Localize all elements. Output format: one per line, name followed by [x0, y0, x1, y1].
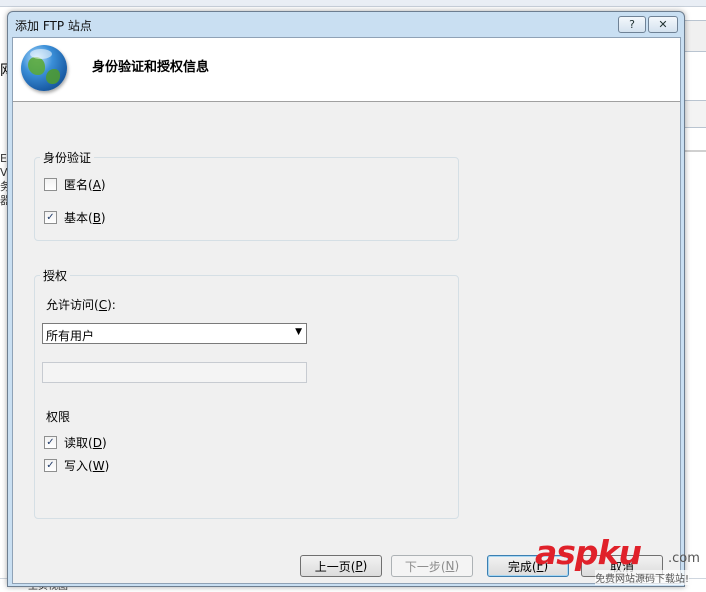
close-icon: ✕	[658, 18, 668, 31]
wizard-header: 身份验证和授权信息	[13, 38, 680, 102]
anonymous-checkbox[interactable]	[44, 178, 57, 191]
read-checkbox[interactable]: ✓	[44, 436, 57, 449]
previous-button[interactable]: 上一页(P)	[300, 555, 382, 577]
write-checkbox[interactable]: ✓	[44, 459, 57, 472]
authorization-legend: 授权	[43, 269, 68, 283]
chevron-down-icon: ▼	[295, 327, 302, 337]
next-button[interactable]: 下一步(N)	[391, 555, 473, 577]
title-bar[interactable]: 添加 FTP 站点 ? ✕	[8, 12, 684, 36]
watermark-slogan: 免费网站源码下载站!	[595, 570, 690, 585]
anonymous-label: 匿名(A)	[64, 178, 106, 192]
basic-label: 基本(B)	[64, 211, 106, 225]
watermark: aspku .com 免费网站源码下载站!	[535, 533, 706, 589]
write-label: 写入(W)	[64, 459, 110, 473]
help-button[interactable]: ?	[618, 16, 646, 33]
dialog-title: 添加 FTP 站点	[15, 19, 92, 33]
help-icon: ?	[629, 18, 635, 31]
allow-access-value: 所有用户	[46, 329, 95, 343]
authentication-group: 身份验证	[34, 149, 459, 241]
background-toolbar	[0, 0, 706, 7]
authentication-legend: 身份验证	[43, 151, 92, 165]
dialog-client-area: 身份验证和授权信息 身份验证 匿名(A) ✓ 基本(B) 授权 允许访问(C):…	[12, 37, 681, 584]
watermark-domain: .com	[668, 551, 700, 566]
globe-icon	[21, 45, 67, 91]
allow-access-label: 允许访问(C):	[46, 298, 116, 312]
background-panel-edge	[684, 100, 706, 128]
anonymous-checkbox-row[interactable]: 匿名(A)	[44, 176, 106, 193]
basic-checkbox-row[interactable]: ✓ 基本(B)	[44, 209, 106, 226]
permissions-title: 权限	[46, 410, 71, 424]
background-divider	[684, 150, 706, 152]
user-names-input	[42, 362, 307, 383]
read-label: 读取(D)	[64, 436, 107, 450]
close-button[interactable]: ✕	[648, 16, 678, 33]
basic-checkbox[interactable]: ✓	[44, 211, 57, 224]
page-title: 身份验证和授权信息	[92, 60, 210, 75]
add-ftp-site-dialog: 添加 FTP 站点 ? ✕ 身份验证和授权信息 身份验证 匿名(A) ✓ 基本(…	[7, 11, 685, 587]
watermark-brand: aspku	[535, 533, 642, 572]
write-checkbox-row[interactable]: ✓ 写入(W)	[44, 457, 109, 474]
allow-access-select[interactable]: 所有用户 ▼	[42, 323, 307, 344]
read-checkbox-row[interactable]: ✓ 读取(D)	[44, 434, 107, 451]
background-panel-edge	[684, 20, 706, 52]
